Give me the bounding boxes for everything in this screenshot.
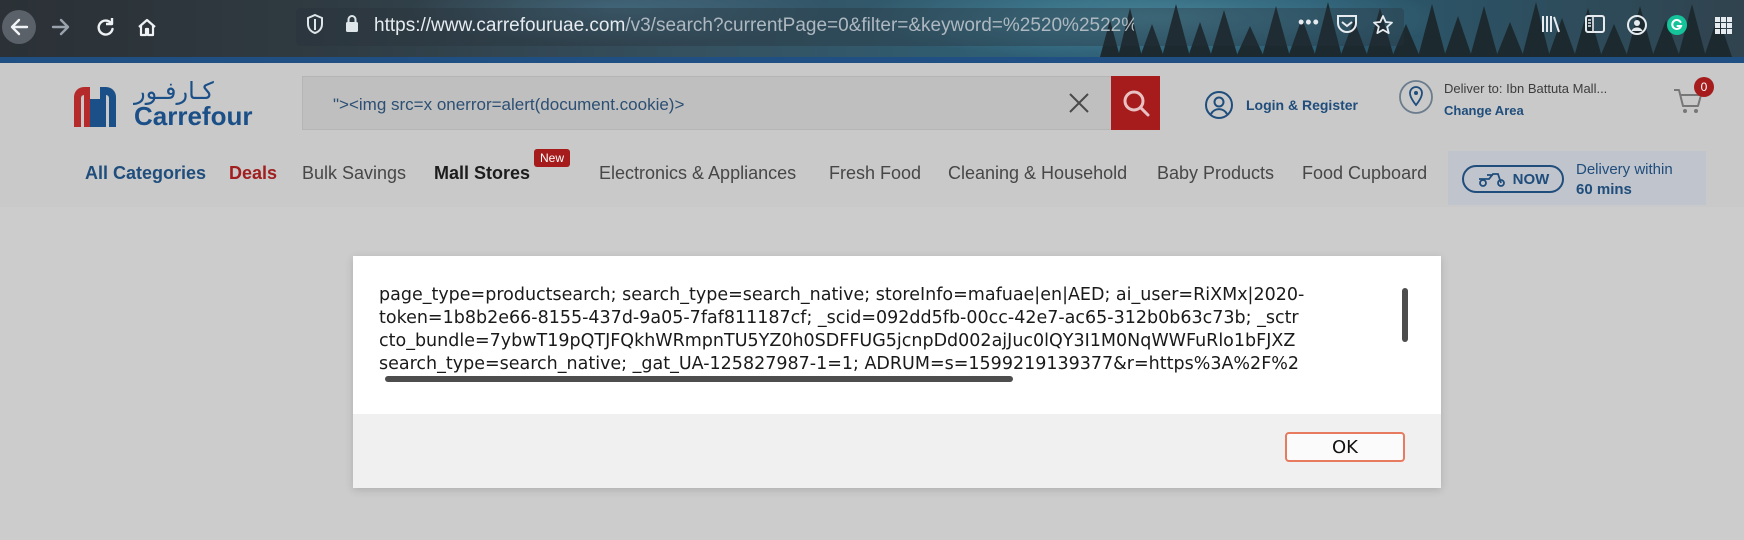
now-label: NOW bbox=[1512, 170, 1550, 188]
scooter-icon bbox=[1478, 173, 1505, 187]
back-button[interactable] bbox=[2, 10, 36, 44]
grammarly-extension-icon[interactable] bbox=[1666, 14, 1688, 36]
alert-message-line: search_type=search_native; _gat_UA-12582… bbox=[379, 354, 1300, 374]
home-icon bbox=[138, 18, 156, 37]
ok-button[interactable]: OK bbox=[1285, 432, 1405, 462]
alert-message-line: cto_bundle=7ybwT19pQTJFQkhWRmpnTU5YZ0h0S… bbox=[379, 331, 1296, 351]
lock-icon[interactable] bbox=[344, 14, 360, 34]
login-register-link[interactable]: Login & Register bbox=[1204, 85, 1358, 125]
carrefour-logo-mark-icon bbox=[74, 87, 116, 127]
cart-count-badge: 0 bbox=[1694, 77, 1714, 97]
nav-food-cupboard[interactable]: Food Cupboard bbox=[1302, 163, 1427, 184]
sidebar-toggle-icon[interactable] bbox=[1584, 14, 1606, 34]
nav-bulk-savings[interactable]: Bulk Savings bbox=[302, 163, 406, 184]
deliver-to-label: Deliver to: Ibn Battuta Mall... bbox=[1444, 81, 1608, 96]
alert-message-line: page_type=productsearch; search_type=sea… bbox=[379, 285, 1305, 305]
delivery-within-label: Delivery within bbox=[1576, 161, 1673, 178]
location-pin-icon bbox=[1399, 80, 1433, 114]
change-area-link[interactable]: Change Area bbox=[1444, 103, 1524, 118]
category-nav: All Categories Deals Bulk Savings Mall S… bbox=[0, 141, 1744, 207]
home-button[interactable] bbox=[130, 10, 164, 44]
bookmark-star-icon[interactable] bbox=[1372, 14, 1394, 36]
account-icon[interactable] bbox=[1626, 14, 1648, 36]
nav-deals[interactable]: Deals bbox=[229, 163, 277, 184]
carrefour-logo[interactable]: كـارفـور Carrefour bbox=[70, 77, 270, 131]
page-actions-menu-icon[interactable]: ••• bbox=[1298, 12, 1320, 33]
delivery-time-label: 60 mins bbox=[1576, 181, 1632, 198]
arrow-left-icon bbox=[10, 18, 29, 36]
alert-message[interactable]: page_type=productsearch; search_type=sea… bbox=[379, 284, 1409, 382]
url-domain: https://www.carrefouruae.com bbox=[374, 15, 626, 36]
reload-icon bbox=[97, 18, 114, 36]
tracking-protection-shield-icon[interactable] bbox=[306, 14, 324, 34]
alert-dialog: page_type=productsearch; search_type=sea… bbox=[353, 256, 1441, 488]
library-icon[interactable] bbox=[1540, 14, 1562, 34]
site-header: كـارفـور Carrefour "><img src=x onerror=… bbox=[0, 63, 1744, 207]
nav-cleaning-household[interactable]: Cleaning & Household bbox=[948, 163, 1127, 184]
now-pill: NOW bbox=[1462, 165, 1564, 193]
new-badge: New bbox=[534, 149, 571, 167]
reload-button[interactable] bbox=[88, 10, 122, 44]
horizontal-scrollbar[interactable] bbox=[385, 376, 1013, 382]
pocket-icon[interactable] bbox=[1336, 14, 1358, 34]
vertical-scrollbar[interactable] bbox=[1402, 288, 1408, 342]
header-top-row: كـارفـور Carrefour "><img src=x onerror=… bbox=[0, 63, 1744, 141]
alert-message-line: token=1b8b2e66-8155-437d-9a05-7faf811187… bbox=[379, 308, 1299, 328]
logo-text: Carrefour bbox=[134, 101, 253, 131]
url-text[interactable]: https://www.carrefouruae.com/v3/search?c… bbox=[374, 15, 1134, 37]
arrow-right-icon bbox=[51, 18, 70, 36]
nav-all-categories[interactable]: All Categories bbox=[85, 163, 206, 184]
overflow-menu-icon[interactable] bbox=[1712, 14, 1734, 36]
url-path: /v3/search?currentPage=0&filter=&keyword… bbox=[625, 15, 1134, 36]
alert-footer bbox=[353, 414, 1441, 488]
delivery-now-banner[interactable]: NOW Delivery within 60 mins bbox=[1448, 151, 1706, 205]
search-input[interactable]: "><img src=x onerror=alert(document.cook… bbox=[302, 76, 1160, 130]
nav-electronics-appliances[interactable]: Electronics & Appliances bbox=[599, 163, 796, 184]
search-input-value: "><img src=x onerror=alert(document.cook… bbox=[333, 95, 685, 114]
nav-mall-stores[interactable]: Mall Stores bbox=[434, 163, 530, 184]
clear-search-icon[interactable] bbox=[1068, 92, 1090, 114]
search-button[interactable] bbox=[1111, 76, 1160, 130]
nav-baby-products[interactable]: Baby Products bbox=[1157, 163, 1274, 184]
browser-toolbar: https://www.carrefouruae.com/v3/search?c… bbox=[0, 0, 1744, 57]
forward-button[interactable] bbox=[44, 10, 78, 44]
login-register-label: Login & Register bbox=[1246, 97, 1359, 113]
nav-fresh-food[interactable]: Fresh Food bbox=[829, 163, 921, 184]
user-icon bbox=[1205, 91, 1233, 119]
search-icon bbox=[1123, 90, 1149, 117]
